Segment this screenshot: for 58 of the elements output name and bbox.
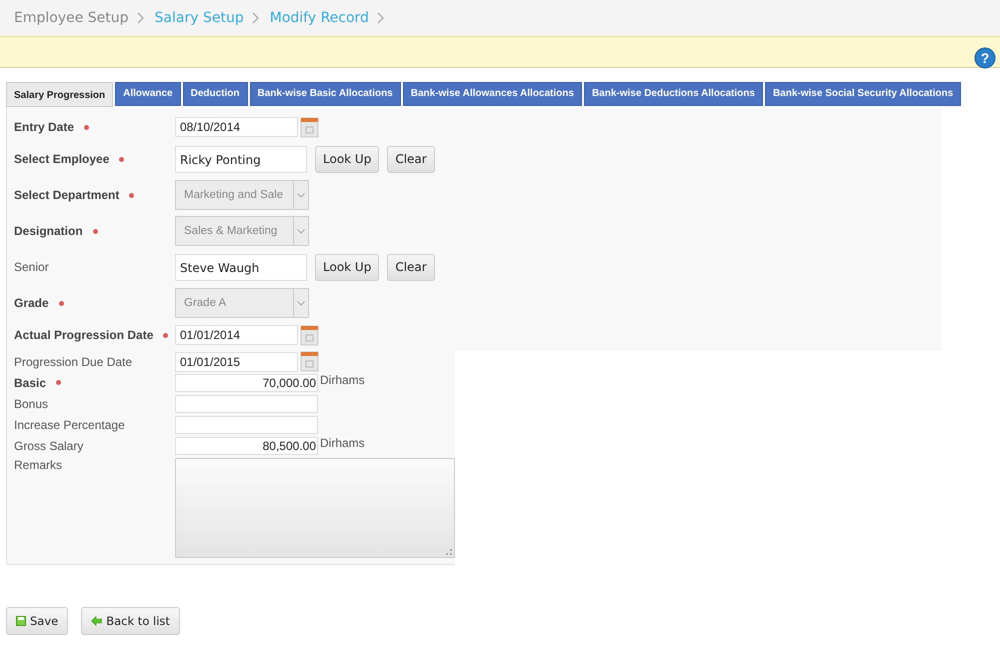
field-label: Increase Percentage: [14, 418, 125, 432]
tab[interactable]: Bank-wise Basic Allocations: [250, 82, 401, 106]
input-field[interactable]: Ricky Ponting: [175, 146, 307, 172]
date-field[interactable]: 08/10/2014: [175, 117, 298, 137]
tab[interactable]: Salary Progression: [6, 82, 114, 107]
field-label: Grade: [14, 296, 49, 310]
field-label: Entry Date: [14, 120, 74, 134]
required-icon: [119, 156, 124, 162]
date-field[interactable]: 01/01/2014: [175, 325, 298, 345]
field-label: Select Employee: [14, 152, 110, 166]
required-icon: [163, 332, 168, 338]
calendar-icon[interactable]: [300, 324, 319, 346]
field-label: Gross Salary: [14, 438, 84, 452]
remarks-field[interactable]: [175, 458, 455, 558]
help-icon[interactable]: ?: [974, 47, 996, 69]
caret-icon: [293, 181, 308, 209]
save-icon: [16, 616, 26, 626]
chevron-icon: [136, 12, 145, 24]
date-field[interactable]: 01/01/2015: [175, 352, 298, 372]
field-label: Senior: [14, 260, 49, 274]
field-label: Basic: [14, 376, 46, 390]
required-icon: [84, 124, 90, 130]
tab[interactable]: Deduction: [182, 82, 248, 106]
required-icon: [129, 192, 134, 198]
tab[interactable]: Bank-wise Deductions Allocations: [584, 82, 763, 106]
required-icon: [56, 380, 62, 385]
calendar-icon[interactable]: [300, 116, 319, 138]
required-icon: [92, 228, 98, 234]
field-label: Actual Progression Date: [14, 328, 154, 342]
caret-icon: [293, 217, 308, 245]
input-field[interactable]: Steve Waugh: [175, 254, 307, 280]
field-label: Bonus: [14, 396, 48, 410]
caret-icon: [293, 289, 308, 317]
calendar-icon[interactable]: [300, 351, 319, 372]
unit-label: Dirhams: [320, 372, 365, 386]
input-field[interactable]: [175, 394, 318, 412]
required-icon: [58, 300, 64, 306]
input-field[interactable]: 80,500.00: [175, 436, 318, 454]
field-label: Remarks: [14, 458, 62, 472]
tab[interactable]: Bank-wise Social Security Allocations: [764, 82, 962, 106]
resize-grip-icon: [446, 549, 452, 555]
action-button[interactable]: Clear: [387, 146, 435, 172]
action-button[interactable]: Clear: [387, 254, 435, 280]
input-field[interactable]: [175, 416, 318, 434]
tab[interactable]: Allowance: [115, 82, 181, 106]
chevron-icon: [376, 12, 385, 24]
save-button[interactable]: Save: [6, 607, 68, 635]
action-button[interactable]: Look Up: [315, 146, 380, 172]
field-label: Designation: [14, 224, 83, 238]
tab[interactable]: Bank-wise Allowances Allocations: [402, 82, 582, 106]
action-button[interactable]: Look Up: [315, 254, 380, 280]
arrow-left-icon: [91, 616, 102, 626]
field-label: Select Department: [14, 188, 120, 202]
input-field[interactable]: 70,000.00: [175, 374, 318, 392]
unit-label: Dirhams: [320, 436, 365, 450]
back-button[interactable]: Back to list: [81, 607, 180, 635]
field-label: Progression Due Date: [14, 354, 132, 368]
chevron-icon: [252, 12, 260, 24]
